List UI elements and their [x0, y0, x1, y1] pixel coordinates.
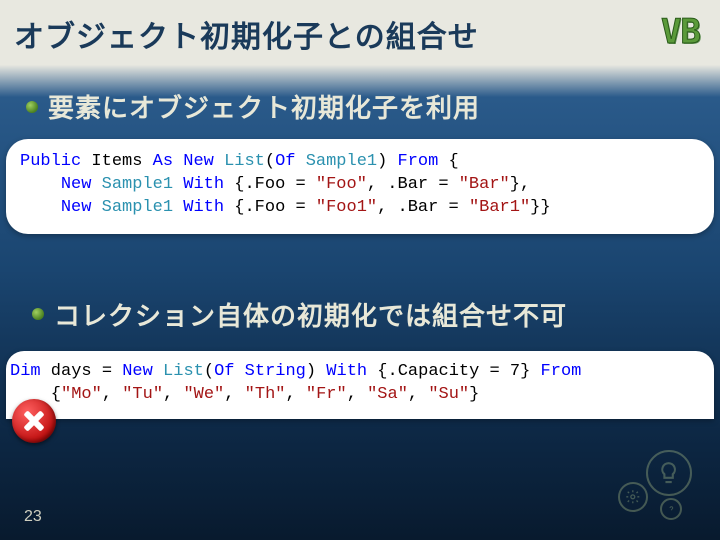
gear-icon — [618, 482, 648, 512]
question-icon — [660, 498, 682, 520]
bullet-icon — [32, 308, 44, 320]
bullet-1-text: 要素にオブジェクト初期化子を利用 — [48, 88, 480, 125]
title-bar: オブジェクト初期化子との組合せ VB — [0, 0, 720, 60]
code-panel-2: Dim days = New List(Of String) With {.Ca… — [6, 351, 714, 419]
bullet-icon — [26, 101, 38, 113]
error-icon — [12, 399, 56, 443]
decoration-circles — [612, 450, 692, 520]
code-block-2: Dim days = New List(Of String) With {.Ca… — [10, 361, 700, 407]
lightbulb-icon — [646, 450, 692, 496]
slide-title: オブジェクト初期化子との組合せ — [14, 12, 479, 56]
bullet-2-text: コレクション自体の初期化では組合せ不可 — [54, 296, 567, 333]
page-number: 23 — [24, 508, 42, 526]
vb-badge: VB — [661, 12, 700, 52]
bullet-1: 要素にオブジェクト初期化子を利用 — [0, 88, 720, 125]
code-block-1: Public Items As New List(Of Sample1) Fro… — [20, 151, 700, 220]
bullet-2: コレクション自体の初期化では組合せ不可 — [0, 296, 720, 333]
code-panel-1: Public Items As New List(Of Sample1) Fro… — [6, 139, 714, 234]
